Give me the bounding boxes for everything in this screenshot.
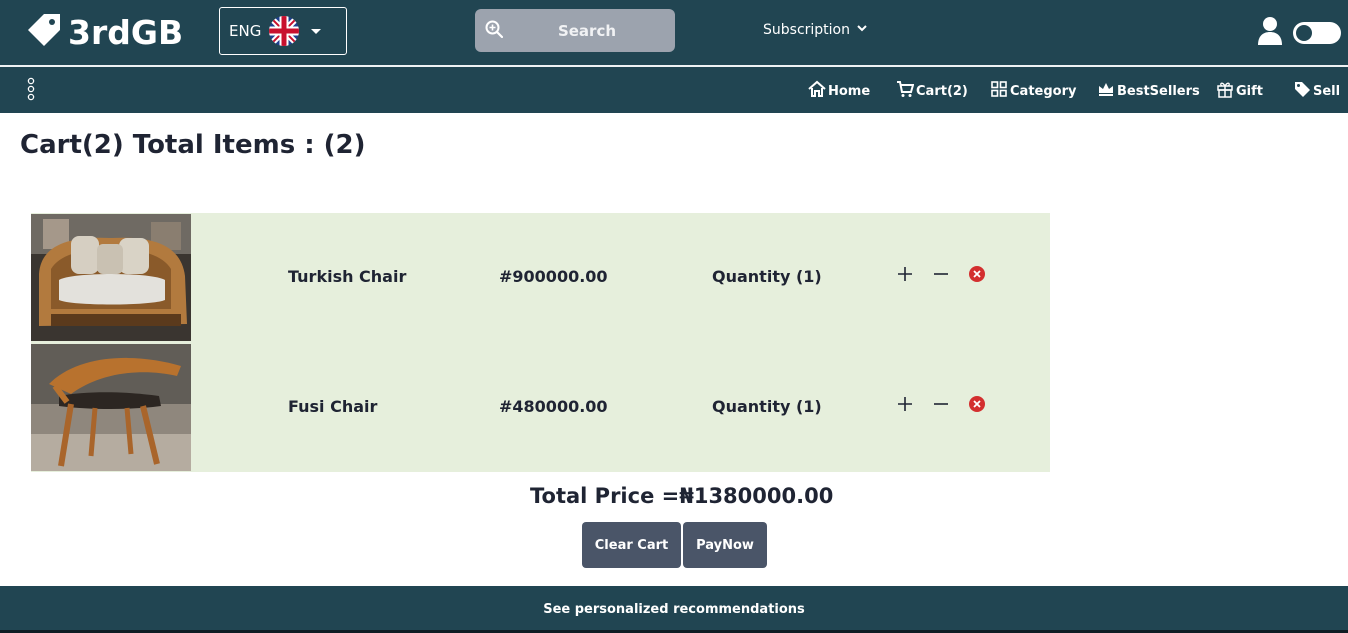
nav-home[interactable]: Home (808, 80, 870, 102)
more-menu-icon[interactable] (26, 77, 36, 103)
cart-table: Turkish Chair #900000.00 Quantity (1) Fu… (31, 213, 1050, 472)
minus-icon[interactable] (932, 265, 950, 283)
item-name: Turkish Chair (288, 267, 407, 286)
subscription-dropdown[interactable]: Subscription (763, 22, 868, 38)
nav-category-label: Category (1010, 83, 1077, 99)
nav-bestsellers-label: BestSellers (1117, 83, 1200, 99)
crown-icon (1097, 80, 1117, 102)
clear-cart-button[interactable]: Clear Cart (582, 522, 681, 568)
language-label: ENG (229, 22, 262, 40)
cart-row: Fusi Chair #480000.00 Quantity (1) (31, 343, 1050, 471)
minus-icon[interactable] (932, 395, 950, 413)
nav-gift-label: Gift (1236, 83, 1263, 99)
fusi-chair-image[interactable] (31, 344, 191, 471)
recommendations-link[interactable]: See personalized recommendations (543, 602, 805, 617)
item-quantity: Quantity (1) (712, 267, 822, 286)
nav-bar: Home Cart(2) Category BestSellers Gift S… (0, 67, 1348, 113)
item-price: #480000.00 (499, 397, 608, 416)
cart-row: Turkish Chair #900000.00 Quantity (1) (31, 213, 1050, 341)
cart-icon (896, 80, 916, 102)
page-title: Cart(2) Total Items : (2) (20, 130, 366, 160)
nav-cart-label: Cart(2) (916, 83, 968, 99)
logo[interactable]: 3rdGB (26, 12, 183, 52)
language-selector[interactable]: ENG (219, 7, 347, 55)
search-input[interactable] (517, 21, 657, 40)
plus-icon[interactable] (896, 395, 914, 413)
turkish-chair-image[interactable] (31, 214, 191, 341)
tag-logo-icon (26, 12, 62, 52)
search-box[interactable] (475, 9, 675, 52)
home-icon (808, 80, 828, 102)
theme-toggle[interactable] (1293, 22, 1341, 44)
nav-gift[interactable]: Gift (1216, 80, 1263, 102)
nav-cart[interactable]: Cart(2) (896, 80, 968, 102)
uk-flag-icon (269, 16, 300, 46)
user-icon[interactable] (1257, 16, 1283, 46)
pay-now-button[interactable]: PayNow (683, 522, 767, 568)
chevron-down-icon (850, 22, 868, 38)
nav-category[interactable]: Category (990, 80, 1076, 102)
logo-text: 3rdGB (68, 12, 184, 52)
remove-icon[interactable] (968, 265, 986, 283)
item-price: #900000.00 (499, 267, 608, 286)
subscription-label: Subscription (763, 22, 850, 38)
item-name: Fusi Chair (288, 397, 378, 416)
item-quantity: Quantity (1) (712, 397, 822, 416)
grid-icon (990, 80, 1010, 102)
nav-bestsellers[interactable]: BestSellers (1097, 80, 1200, 102)
plus-icon[interactable] (896, 265, 914, 283)
recommendations-footer[interactable]: See personalized recommendations (0, 586, 1348, 633)
search-icon (485, 20, 504, 42)
total-price-text: Total Price =₦1380000.00 (530, 484, 834, 508)
remove-icon[interactable] (968, 395, 986, 413)
tag-icon (1293, 80, 1313, 102)
top-bar: 3rdGB ENG Subscription (0, 0, 1348, 65)
gift-icon (1216, 80, 1236, 102)
nav-home-label: Home (828, 83, 871, 99)
nav-sell-label: Sell (1313, 83, 1341, 99)
nav-sell[interactable]: Sell (1293, 80, 1340, 102)
toggle-knob (1296, 25, 1312, 41)
caret-down-icon (311, 28, 322, 34)
